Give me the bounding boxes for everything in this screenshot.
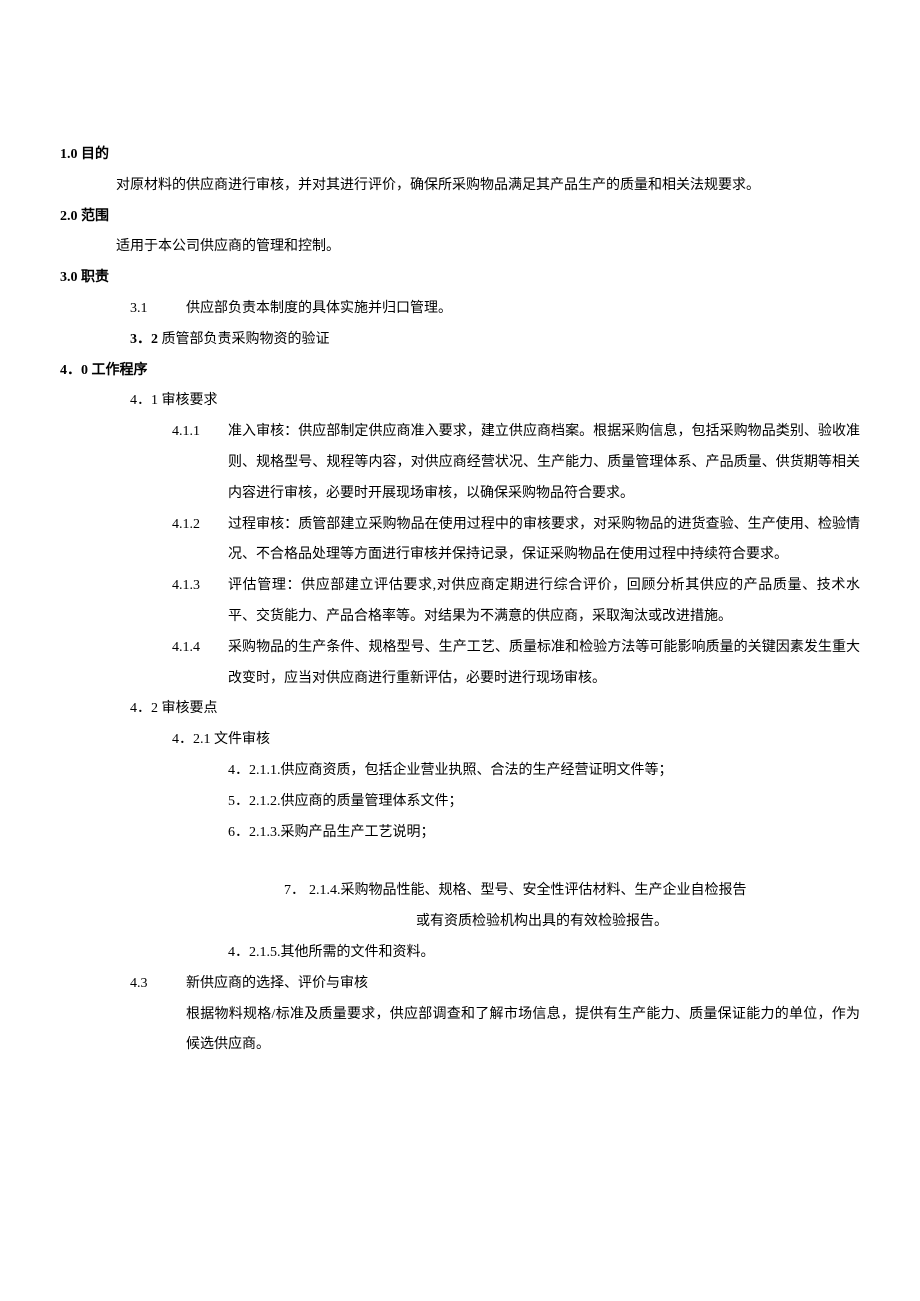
section-4-3-heading: 4.3新供应商的选择、评价与审核 bbox=[60, 969, 860, 1000]
item-4-2-1-2: 5．2.1.2.供应商的质量管理体系文件； bbox=[60, 787, 860, 818]
item-4-1-4: 4.1.4 采购物品的生产条件、规格型号、生产工艺、质量标准和检验方法等可能影响… bbox=[172, 633, 860, 695]
section-3-item-2: 3．2 质管部负责采购物资的验证 bbox=[60, 325, 860, 356]
section-2-heading: 2.0 范围 bbox=[60, 202, 860, 233]
section-3-item-2-text: 质管部负责采购物资的验证 bbox=[162, 332, 330, 347]
item-4-1-2-text: 过程审核：质管部建立采购物品在使用过程中的审核要求，对采购物品的进货查验、生产使… bbox=[228, 510, 860, 572]
section-4-heading: 4．0 工作程序 bbox=[60, 356, 860, 387]
item-4-1-4-num: 4.1.4 bbox=[172, 633, 228, 664]
item-4-1-4-text: 采购物品的生产条件、规格型号、生产工艺、质量标准和检验方法等可能影响质量的关键因… bbox=[228, 633, 860, 695]
item-4-2-1-4: 7． 2.1.4.采购物品性能、规格、型号、安全性评估材料、生产企业自检报告 或… bbox=[60, 876, 860, 938]
section-4-2-heading: 4．2 审核要点 bbox=[60, 694, 860, 725]
section-3-item-1: 3.1供应部负责本制度的具体实施并归口管理。 bbox=[60, 294, 860, 325]
section-3-item-1-text: 供应部负责本制度的具体实施并归口管理。 bbox=[186, 301, 452, 316]
section-1-heading: 1.0 目的 bbox=[60, 140, 860, 171]
item-4-2-1-3: 6．2.1.3.采购产品生产工艺说明； bbox=[60, 818, 860, 849]
section-3-heading: 3.0 职责 bbox=[60, 263, 860, 294]
section-3-item-2-num: 3．2 bbox=[130, 325, 158, 356]
section-4-3-num: 4.3 bbox=[130, 969, 186, 1000]
item-4-1-1: 4.1.1 准入审核：供应部制定供应商准入要求，建立供应商档案。根据采购信息，包… bbox=[172, 417, 860, 509]
section-3-item-1-num: 3.1 bbox=[130, 294, 186, 325]
item-4-2-1-5: 4．2.1.5.其他所需的文件和资料。 bbox=[60, 938, 860, 969]
item-4-2-1-4-line2: 或有资质检验机构出具的有效检验报告。 bbox=[284, 907, 800, 938]
section-4-1-heading: 4．1 审核要求 bbox=[60, 386, 860, 417]
section-4-3-title: 新供应商的选择、评价与审核 bbox=[186, 976, 368, 991]
item-4-1-2-num: 4.1.2 bbox=[172, 510, 228, 541]
section-4-3-body: 根据物料规格/标准及质量要求，供应部调查和了解市场信息，提供有生产能力、质量保证… bbox=[60, 1000, 860, 1062]
section-4-2-1-heading: 4．2.1 文件审核 bbox=[60, 725, 860, 756]
item-4-2-1-4-num: 7． bbox=[284, 876, 309, 907]
section-1-body: 对原材料的供应商进行审核，并对其进行评价，确保所采购物品满足其产品生产的质量和相… bbox=[60, 171, 860, 202]
item-4-1-2: 4.1.2 过程审核：质管部建立采购物品在使用过程中的审核要求，对采购物品的进货… bbox=[172, 510, 860, 572]
item-4-1-3-num: 4.1.3 bbox=[172, 571, 228, 602]
section-2-body: 适用于本公司供应商的管理和控制。 bbox=[60, 232, 860, 263]
item-4-2-1-1: 4．2.1.1.供应商资质，包括企业营业执照、合法的生产经营证明文件等； bbox=[60, 756, 860, 787]
spacer bbox=[60, 848, 860, 876]
item-4-2-1-4-line1: 2.1.4.采购物品性能、规格、型号、安全性评估材料、生产企业自检报告 bbox=[309, 876, 800, 907]
item-4-1-1-text: 准入审核：供应部制定供应商准入要求，建立供应商档案。根据采购信息，包括采购物品类… bbox=[228, 417, 860, 509]
item-4-1-3: 4.1.3 评估管理：供应部建立评估要求,对供应商定期进行综合评价，回顾分析其供… bbox=[172, 571, 860, 633]
item-4-1-3-text: 评估管理：供应部建立评估要求,对供应商定期进行综合评价，回顾分析其供应的产品质量… bbox=[228, 571, 860, 633]
item-4-1-1-num: 4.1.1 bbox=[172, 417, 228, 448]
